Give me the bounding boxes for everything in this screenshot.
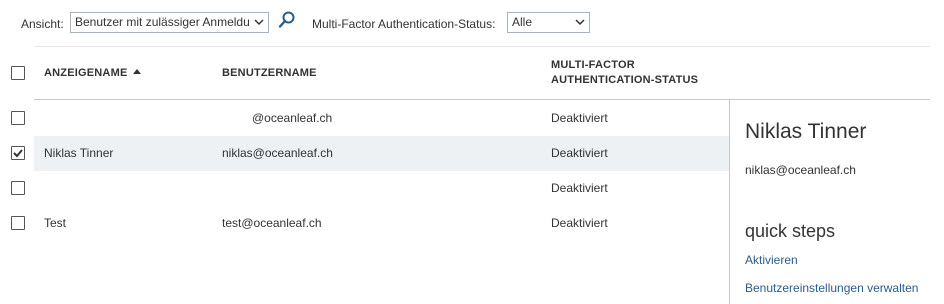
column-header-display-name[interactable]: ANZEIGENAME	[44, 66, 142, 81]
mfa-status-cell: Deaktiviert	[551, 146, 608, 160]
table-row[interactable]: Test test@oceanleaf.ch Deaktiviert	[34, 206, 729, 241]
filter-bar: Ansicht: Benutzer mit zulässiger Anmeldu…	[0, 0, 944, 46]
column-header-mfa-status[interactable]: MULTI-FACTOR AUTHENTICATION-STATUS	[551, 58, 698, 88]
detail-panel-divider	[729, 100, 730, 304]
quick-steps-heading: quick steps	[745, 221, 836, 241]
select-all-checkbox[interactable]	[11, 66, 25, 80]
column-header-label-line1: MULTI-FACTOR	[551, 59, 635, 71]
header-divider	[34, 99, 930, 100]
activate-link[interactable]: Aktivieren	[745, 253, 798, 267]
chevron-down-icon	[254, 19, 264, 26]
table-row-selected[interactable]: Niklas Tinner niklas@oceanleaf.ch Deakti…	[34, 136, 729, 171]
mfa-status-cell: Deaktiviert	[551, 216, 608, 230]
view-select[interactable]: Benutzer mit zulässiger Anmeldu	[70, 12, 269, 33]
username-cell: niklas@oceanleaf.ch	[222, 146, 333, 160]
row-checkbox[interactable]	[11, 216, 25, 230]
manage-user-settings-link[interactable]: Benutzereinstellungen verwalten	[745, 281, 918, 295]
display-name-cell: Niklas Tinner	[44, 146, 114, 160]
detail-panel-email: niklas@oceanleaf.ch	[745, 163, 856, 177]
mfa-status-cell: Deaktiviert	[551, 111, 608, 125]
username-cell: @oceanleaf.ch	[252, 111, 333, 125]
mfa-status-cell: Deaktiviert	[551, 181, 608, 195]
row-checkbox[interactable]	[11, 181, 25, 195]
row-checkbox-checked[interactable]	[11, 146, 25, 160]
column-header-label: ANZEIGENAME	[44, 67, 128, 79]
column-header-label-line2: AUTHENTICATION-STATUS	[551, 74, 699, 86]
view-select-value: Benutzer mit zulässiger Anmeldu	[75, 15, 250, 29]
column-header-username[interactable]: BENUTZERNAME	[222, 66, 317, 81]
mfa-status-select-value: Alle	[512, 15, 533, 29]
divider	[34, 46, 930, 47]
table-row[interactable]: @oceanleaf.ch Deaktiviert	[34, 101, 729, 136]
display-name-cell: Test	[44, 216, 67, 230]
search-icon	[278, 11, 295, 28]
check-icon	[13, 149, 23, 158]
detail-panel-title: Niklas Tinner	[745, 120, 867, 143]
table-row[interactable]: Deaktiviert	[34, 171, 729, 206]
mfa-status-label: Multi-Factor Authentication-Status:	[312, 17, 496, 31]
username-cell: test@oceanleaf.ch	[222, 216, 322, 230]
search-button[interactable]	[277, 10, 297, 30]
view-label: Ansicht:	[21, 17, 64, 31]
chevron-down-icon	[575, 19, 585, 26]
row-checkbox[interactable]	[11, 111, 25, 125]
mfa-status-select[interactable]: Alle	[507, 12, 590, 33]
sort-ascending-icon	[133, 69, 142, 74]
